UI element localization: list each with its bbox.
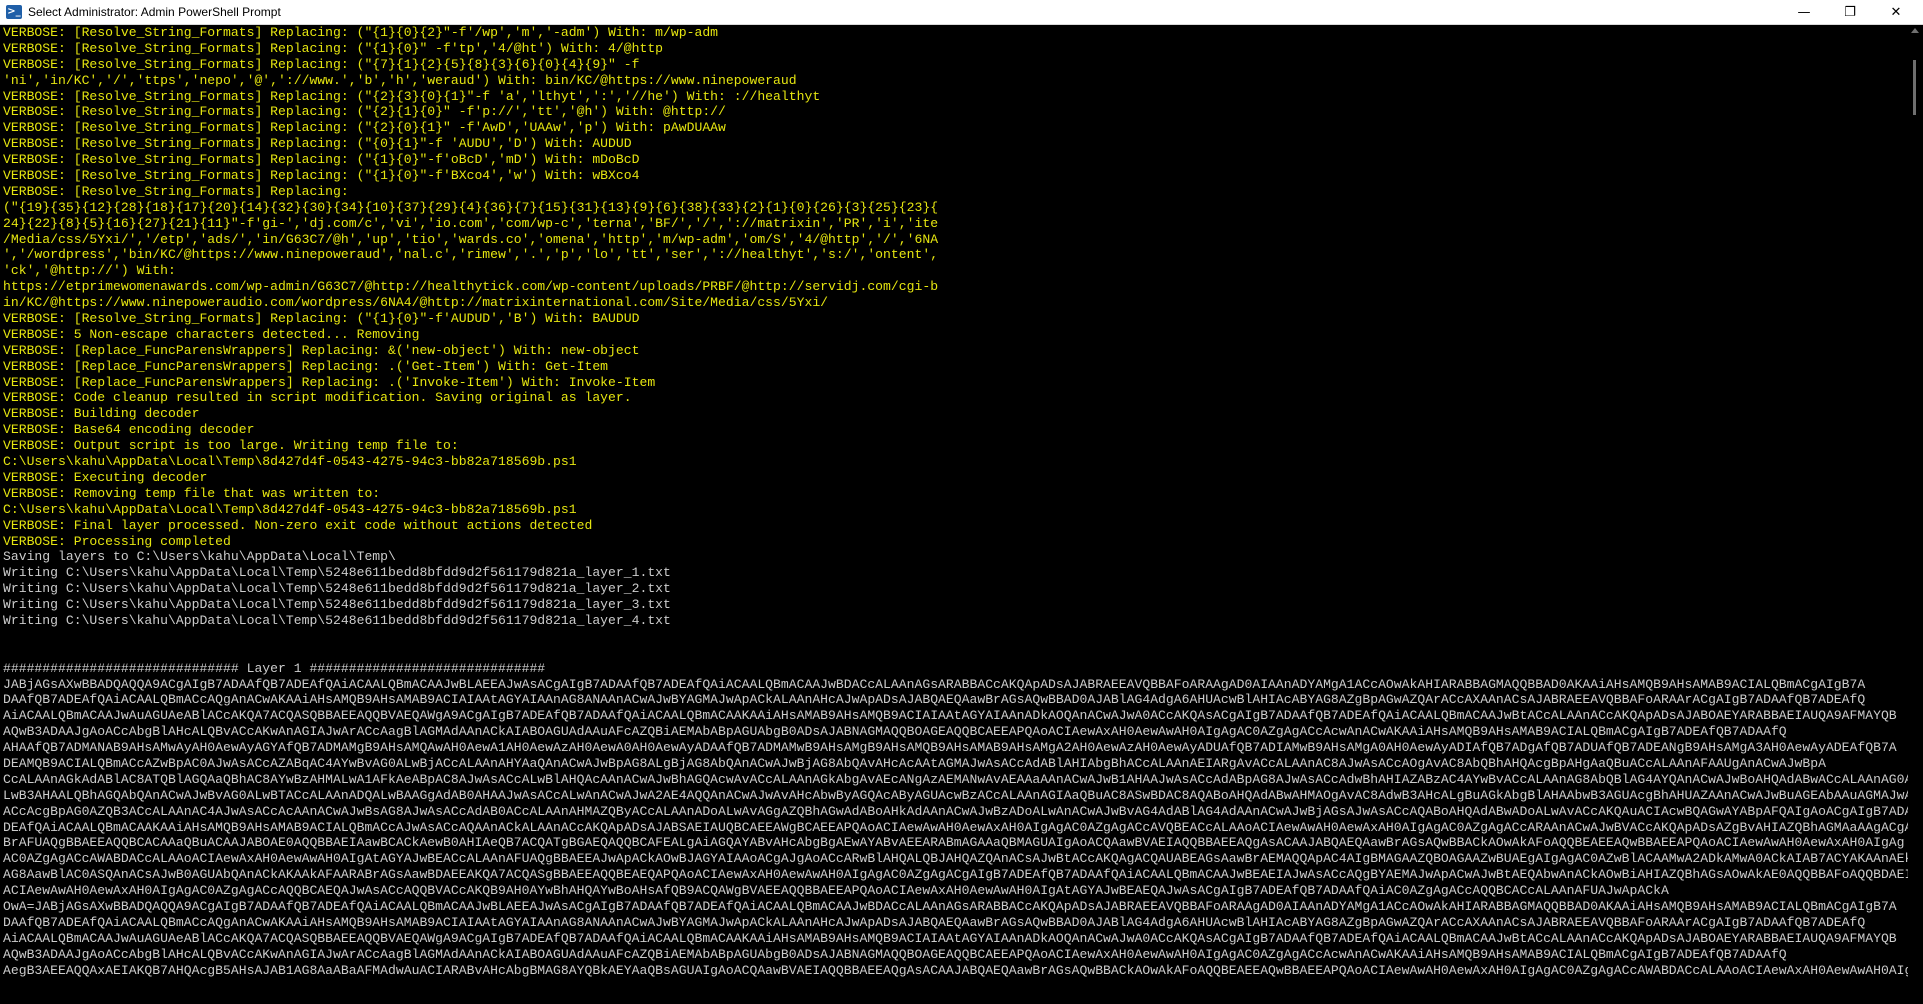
- console-line: VERBOSE: Executing decoder: [3, 469, 208, 485]
- console-line: ("{19}{35}{12}{28}{18}{17}{20}{14}{32}{3…: [3, 199, 939, 215]
- console-line: Writing C:\Users\kahu\AppData\Local\Temp…: [3, 597, 671, 613]
- console-line: DEAMQB9ACIALQBmACcAZwBpAC0AJwAsACcAZABqA…: [3, 755, 1826, 771]
- console-output[interactable]: VERBOSE: [Resolve_String_Formats] Replac…: [0, 25, 1908, 1004]
- console-line: JABjAGsAXwBBADQAQQA9ACgAIgB7ADAAfQB7ADEA…: [3, 676, 1866, 692]
- console-line: C:\Users\kahu\AppData\Local\Temp\8d427d4…: [3, 501, 577, 517]
- console-line: VERBOSE: Processing completed: [3, 533, 231, 549]
- console-line: VERBOSE: [Resolve_String_Formats] Replac…: [3, 88, 821, 104]
- console-line: Saving layers to C:\Users\kahu\AppData\L…: [3, 549, 396, 565]
- vertical-scrollbar[interactable]: [1908, 25, 1923, 1004]
- console-line: VERBOSE: Final layer processed. Non-zero…: [3, 517, 593, 533]
- console-line: /Media/css/5Yxi/','/etp','ads/','in/G63C…: [3, 231, 939, 247]
- console-line: VERBOSE: [Resolve_String_Formats] Replac…: [3, 152, 640, 168]
- console-line: AG8AawBlAC0ASQAnACsAJwB0AGUAbQAnACkAKAAk…: [3, 867, 1908, 883]
- console-line: AHAAfQB7ADMANAB9AHsAMwAyAH0AewAyAGYAfQB7…: [3, 740, 1897, 756]
- scrollbar-thumb[interactable]: [1913, 60, 1916, 115]
- minimize-button[interactable]: —: [1781, 0, 1827, 25]
- console-line: VERBOSE: Removing temp file that was wri…: [3, 485, 381, 501]
- scroll-up-arrow-icon[interactable]: [1911, 28, 1919, 33]
- console-line: CcALAAnAGkAdABlAC8ATQBlAGQAaQBhAC8AYwBzA…: [3, 771, 1908, 787]
- console-line: VERBOSE: [Resolve_String_Formats] Replac…: [3, 104, 726, 120]
- console-line: VERBOSE: [Resolve_String_Formats] Replac…: [3, 40, 664, 56]
- console-line: VERBOSE: [Replace_FuncParensWrappers] Re…: [3, 358, 609, 374]
- console-line: https://etprimewomenawards.com/wp-admin/…: [3, 279, 939, 295]
- console-line: VERBOSE: [Resolve_String_Formats] Replac…: [3, 120, 726, 136]
- console-line: AegB3AEEAQQAxAEIAKQB7AHQAcgB5AHsAJAB1AG8…: [3, 962, 1908, 978]
- console-line: VERBOSE: 5 Non-escape characters detecte…: [3, 326, 420, 342]
- console-line: 24}{22}{8}{5}{16}{27}{21}{11}"-f'gi-','d…: [3, 215, 939, 231]
- console-line: AiACAALQBmACAAJwAuAGUAeABlACcAKQA7ACQASQ…: [3, 930, 1897, 946]
- console-line: Writing C:\Users\kahu\AppData\Local\Temp…: [3, 612, 671, 628]
- console-line: VERBOSE: [Resolve_String_Formats] Replac…: [3, 168, 640, 184]
- console-line: AQwB3ADAAJgAoACcAbgBlAHcALQBvACcAKwAnAGI…: [3, 946, 1787, 962]
- console-line: ACIAewAwAH0AewAxAH0AIgAgAC0AZgAgACcAQQBC…: [3, 883, 1669, 899]
- console-line: DAAfQB7ADEAfQAiACAALQBmACcAQgAnACwAKAAiA…: [3, 692, 1866, 708]
- console-line: VERBOSE: Base64 encoding decoder: [3, 422, 255, 438]
- console-line: VERBOSE: [Resolve_String_Formats] Replac…: [3, 56, 640, 72]
- console-line: BrAFUAQgBBAEEAQQBCACAAaQBuACAAJABOAE0AQQ…: [3, 835, 1905, 851]
- console-line: VERBOSE: [Replace_FuncParensWrappers] Re…: [3, 342, 640, 358]
- console-line: DAAfQB7ADEAfQAiACAALQBmACcAQgAnACwAKAAiA…: [3, 914, 1866, 930]
- console-line: VERBOSE: [Resolve_String_Formats] Replac…: [3, 311, 640, 327]
- console-line: C:\Users\kahu\AppData\Local\Temp\8d427d4…: [3, 454, 577, 470]
- maximize-button[interactable]: ❐: [1827, 0, 1873, 25]
- powershell-icon: >_: [6, 5, 22, 19]
- window-title: Select Administrator: Admin PowerShell P…: [28, 5, 281, 19]
- console-line: ############################## Layer 1 #…: [3, 660, 546, 676]
- console-line: 'ck','@http://') With:: [3, 263, 176, 279]
- close-button[interactable]: ✕: [1873, 0, 1919, 25]
- console-line: 'ni','in/KC','/','ttps','nepo','@','://w…: [3, 72, 797, 88]
- console-line: VERBOSE: [Resolve_String_Formats] Replac…: [3, 136, 632, 152]
- console-line: OwA=JABjAGsAXwBBADQAQQA9ACgAIgB7ADAAfQB7…: [3, 898, 1897, 914]
- console-line: VERBOSE: [Resolve_String_Formats] Replac…: [3, 25, 719, 40]
- console-text-area: VERBOSE: [Resolve_String_Formats] Replac…: [3, 25, 1908, 978]
- console-line: VERBOSE: Code cleanup resulted in script…: [3, 390, 632, 406]
- console-line: VERBOSE: Output script is too large. Wri…: [3, 438, 459, 454]
- console-line: VERBOSE: [Resolve_String_Formats] Replac…: [3, 183, 349, 199]
- console-line: AQwB3ADAAJgAoACcAbgBlAHcALQBvACcAKwAnAGI…: [3, 724, 1787, 740]
- console-line: AC0AZgAgACcAWABDACcALAAoACIAewAxAH0AewAw…: [3, 851, 1908, 867]
- console-line: ','/wordpress','bin/KC/@https://www.nine…: [3, 247, 939, 263]
- console-line: DEAfQAiACAALQBmACAAKAAiAHsAMQB9AHsAMAB9A…: [3, 819, 1908, 835]
- console-line: Writing C:\Users\kahu\AppData\Local\Temp…: [3, 581, 671, 597]
- console-line: Writing C:\Users\kahu\AppData\Local\Temp…: [3, 565, 671, 581]
- console-line: LwB3AHAALQBhAGQAbQAnACwAJwBvAG0ALwBTACcA…: [3, 787, 1908, 803]
- console-line: in/KC/@https://www.ninepoweraudio.com/wo…: [3, 295, 829, 311]
- console-line: VERBOSE: [Replace_FuncParensWrappers] Re…: [3, 374, 656, 390]
- console-line: AiACAALQBmACAAJwAuAGUAeABlACcAKQA7ACQASQ…: [3, 708, 1897, 724]
- console-line: ACcAcgBpAG0AZQB3ACcALAAnAC4AJwAsACcAcAAn…: [3, 803, 1908, 819]
- title-bar: >_ Select Administrator: Admin PowerShel…: [0, 0, 1923, 25]
- console-line: VERBOSE: Building decoder: [3, 406, 200, 422]
